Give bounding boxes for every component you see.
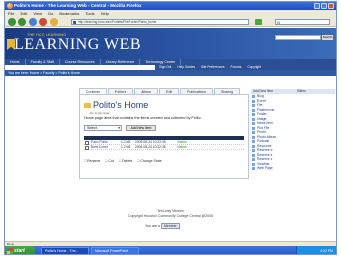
forward-icon[interactable] <box>18 18 26 26</box>
user-role: You are a Member <box>145 223 180 229</box>
delete-button[interactable]: Delete <box>119 159 132 163</box>
favicon-icon <box>73 21 76 24</box>
add-new-item-button[interactable]: Add New Item <box>126 125 156 131</box>
site-header: THE HCC LEARNING LEARNING WEB Search <box>5 28 336 59</box>
firefox-icon <box>7 3 13 9</box>
page-title: Polito's Home <box>84 100 148 110</box>
nav-faculty-staff[interactable]: Faculty & Staff <box>26 59 60 65</box>
google-icon: G <box>277 20 281 25</box>
go-button[interactable] <box>255 19 262 25</box>
page-content: Contents Polito's Album Edit Publication… <box>5 76 336 241</box>
menu-go[interactable]: Go <box>48 10 53 17</box>
minimize-button[interactable] <box>314 3 320 9</box>
start-label: start <box>14 248 25 254</box>
menu-help[interactable]: Help <box>101 10 109 17</box>
taskbar-item-powerpoint[interactable]: Microsoft PowerPoint <box>91 247 139 254</box>
folder-panel: Polito's Home Go to top level Home page … <box>79 94 249 179</box>
windows-taskbar: start Polito's Home - The... Microsoft P… <box>5 246 336 254</box>
menu-file[interactable]: File <box>8 10 14 17</box>
row-date: 2005-08-24 10:22:35 <box>135 145 166 149</box>
row-state: Visible <box>177 140 187 144</box>
folder-icon <box>84 103 91 109</box>
start-button[interactable]: start <box>5 246 35 254</box>
up-level-link[interactable]: Go to top level <box>90 111 109 115</box>
web-search-input[interactable]: G <box>275 19 330 25</box>
system-tray: 4:32 PM <box>296 246 336 254</box>
window-controls <box>314 3 334 9</box>
sidebar-heading-secondary: Slides <box>297 89 306 93</box>
address-text: http://learning.hccs.edu/Portlets/FileFo… <box>78 20 157 24</box>
address-bar[interactable]: http://learning.hccs.edu/Portlets/FileFo… <box>71 19 249 25</box>
browser-window: Polito's Home - The Learning Web - Centr… <box>4 1 337 255</box>
windows-flag-icon <box>7 248 13 254</box>
cut-button[interactable]: Cut <box>105 159 113 163</box>
row-name[interactable]: Brett Coner <box>91 145 121 149</box>
rename-button[interactable]: Rename <box>84 159 100 163</box>
row-name[interactable]: Paco Polito <box>91 140 121 144</box>
menu-view[interactable]: View <box>33 10 42 17</box>
site-search-button[interactable]: Search <box>322 35 333 40</box>
close-button[interactable] <box>328 3 334 9</box>
menu-tools[interactable]: Tools <box>85 10 94 17</box>
sidebar-item-web-page[interactable]: Web Page <box>251 166 293 171</box>
item-type-select[interactable]: Select <box>84 125 122 131</box>
row-checkbox[interactable] <box>85 140 89 145</box>
row-checkbox[interactable] <box>85 145 89 150</box>
back-icon[interactable] <box>8 18 16 26</box>
table-row[interactable]: Brett Coner 1.2 kB 2005-08-24 10:22:35 V… <box>84 145 244 150</box>
copyright-text: Copyright Houston Community College Cent… <box>127 214 214 218</box>
maximize-button[interactable] <box>321 3 327 9</box>
site-search-input[interactable] <box>275 35 321 40</box>
stop-icon[interactable] <box>39 18 47 26</box>
user-role-prefix: You are a <box>145 224 160 228</box>
folder-description: Home page area that contains the items c… <box>84 116 201 120</box>
contents-table: Paco Polito 1.2 kB 2005-08-24 10:22:35 V… <box>84 136 244 150</box>
row-size: 1.2 kB <box>121 145 131 149</box>
site-logo[interactable]: LEARNING WEB <box>14 37 141 53</box>
nav-home[interactable]: Home <box>5 59 26 65</box>
nav-course-resources[interactable]: Course Resources <box>60 59 101 65</box>
add-item-sidebar: Add New Item Slides Blog Event File Flas… <box>251 89 335 179</box>
page-footer: Text-only Version Copyright Houston Comm… <box>5 209 336 219</box>
menu-bar: File Edit View Go Bookmarks Tools Help <box>5 10 336 17</box>
menu-edit[interactable]: Edit <box>20 10 27 17</box>
navigation-toolbar: http://learning.hccs.edu/Portlets/FileFo… <box>5 17 336 27</box>
change-state-button[interactable]: Change State <box>137 159 161 163</box>
taskbar-item-firefox[interactable]: Polito's Home - The... <box>41 247 89 254</box>
page-title-text: Polito's Home <box>93 100 149 110</box>
user-role-badge[interactable]: Member <box>160 223 180 229</box>
row-state: Visible <box>177 145 187 149</box>
clock: 4:32 PM <box>319 249 333 253</box>
row-size: 1.2 kB <box>121 140 131 144</box>
home-icon[interactable] <box>50 18 58 26</box>
reload-icon[interactable] <box>29 18 37 26</box>
menu-bookmarks[interactable]: Bookmarks <box>59 10 79 17</box>
row-date: 2005-08-24 10:22:35 <box>135 140 166 144</box>
bulk-actions: Rename Cut Delete Change State <box>84 159 162 163</box>
sidebar-list: Blog Event File Flashmovie Folder Image … <box>251 94 293 171</box>
window-title: Polito's Home - The Learning Web - Centr… <box>14 3 142 8</box>
title-bar: Polito's Home - The Learning Web - Centr… <box>5 2 336 10</box>
nav-library[interactable]: Library Reference <box>101 59 141 65</box>
